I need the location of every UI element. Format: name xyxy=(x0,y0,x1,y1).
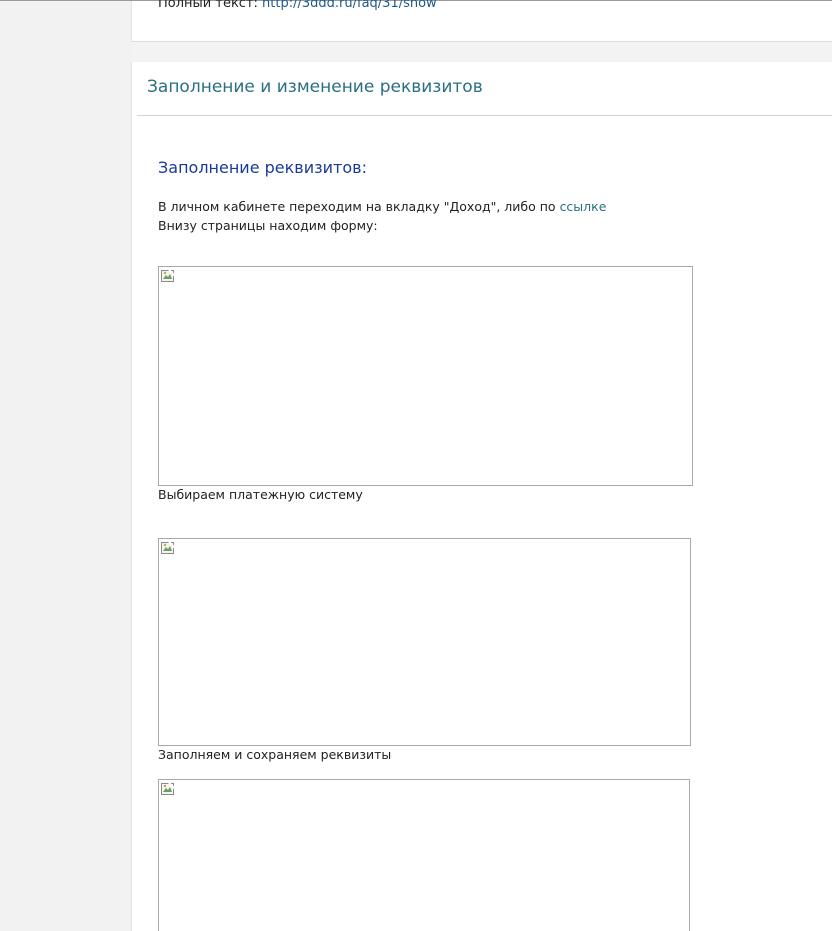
screenshot-image-2 xyxy=(158,538,691,746)
previous-post-card: Полный текст: http://3ddd.ru/faq/31/show xyxy=(131,0,832,42)
intro-text: В личном кабинете переходим на вкладку "… xyxy=(158,199,556,214)
faq-article-card: Заполнение и изменение реквизитов Заполн… xyxy=(131,62,832,931)
image-caption-1: Выбираем платежную систему xyxy=(158,487,363,502)
broken-image-icon xyxy=(161,269,176,282)
section-title: Заполнение и изменение реквизитов xyxy=(147,77,483,97)
intro-link[interactable]: ссылке xyxy=(560,199,607,214)
left-gutter xyxy=(0,0,131,931)
intro-line-2: Внизу страницы находим форму: xyxy=(158,218,378,233)
image-caption-2: Заполняем и сохраняем реквизиты xyxy=(158,747,392,762)
article-content: Заполнение реквизитов: В личном кабинете… xyxy=(158,158,808,235)
broken-image-icon xyxy=(161,541,176,554)
fulltext-line: Полный текст: http://3ddd.ru/faq/31/show xyxy=(158,0,437,11)
page: Полный текст: http://3ddd.ru/faq/31/show… xyxy=(0,0,832,931)
screenshot-image-3 xyxy=(158,779,690,931)
section-header: Заполнение и изменение реквизитов xyxy=(137,62,832,116)
intro-paragraph: В личном кабинете переходим на вкладку "… xyxy=(158,197,808,216)
subheading: Заполнение реквизитов: xyxy=(158,158,367,177)
broken-image-icon xyxy=(161,782,176,795)
fulltext-label: Полный текст: xyxy=(158,0,258,11)
screenshot-image-1 xyxy=(158,266,693,486)
fulltext-link[interactable]: http://3ddd.ru/faq/31/show xyxy=(262,0,437,11)
